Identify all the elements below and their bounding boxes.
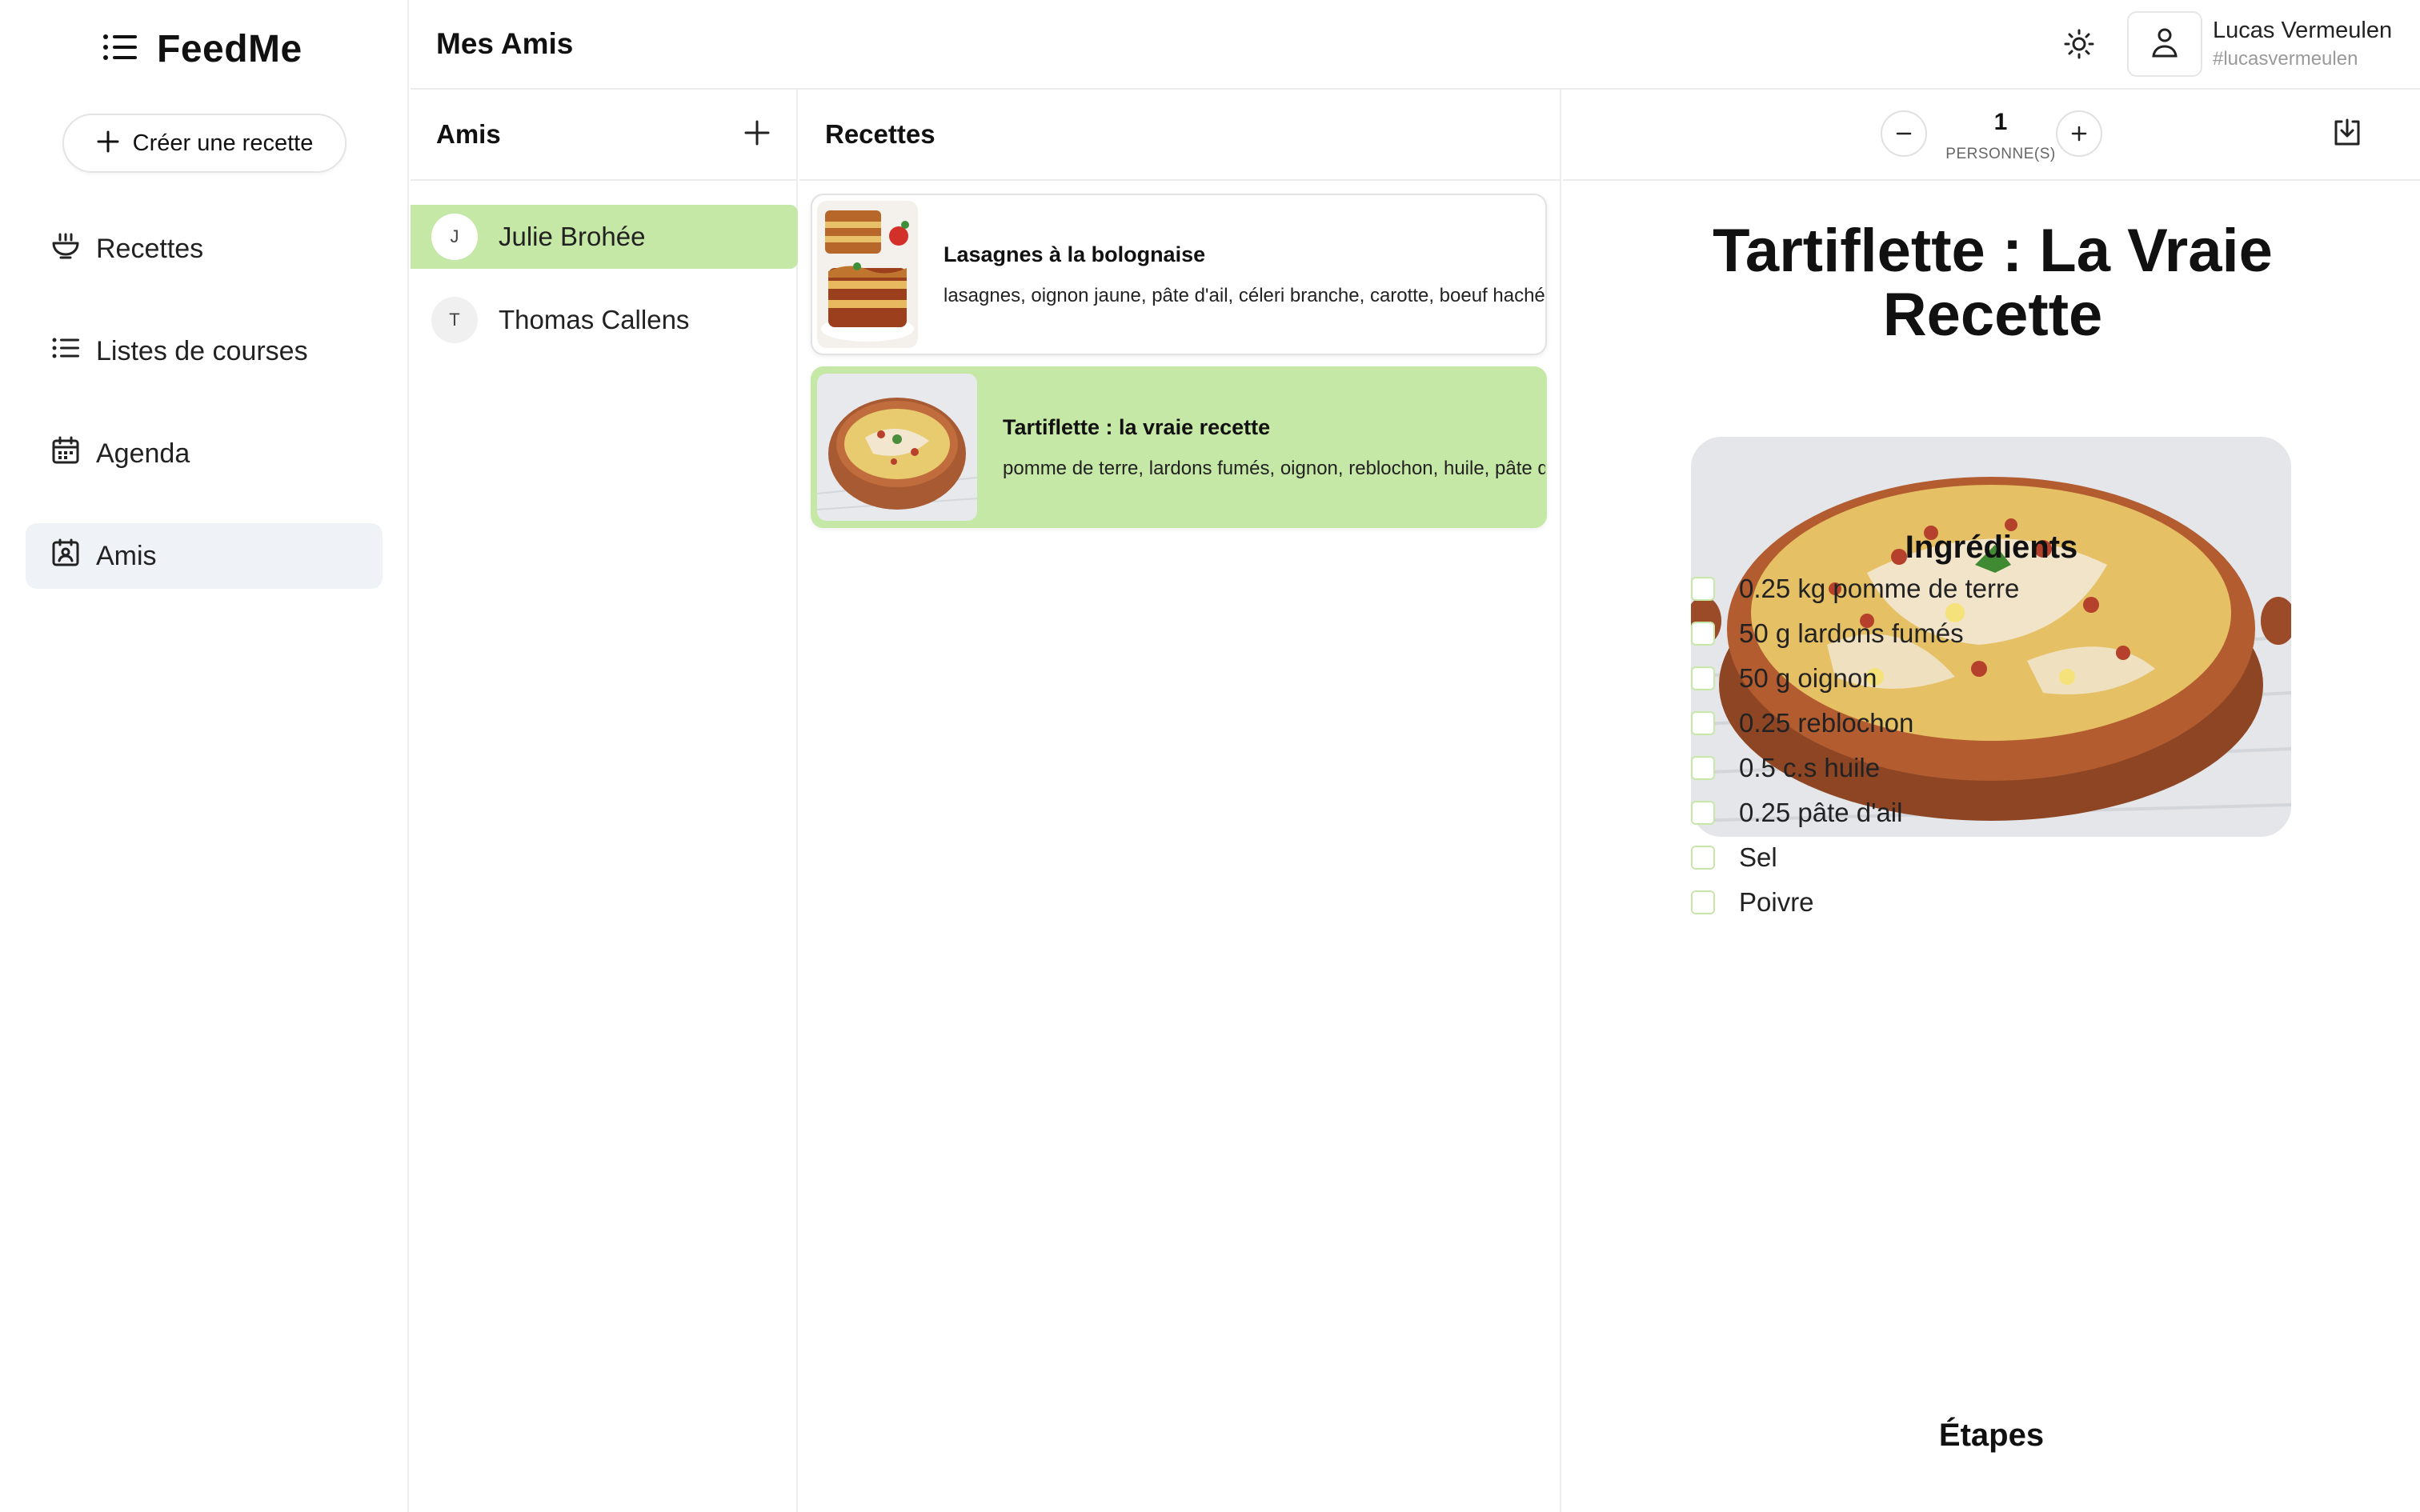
user-icon bbox=[2150, 26, 2179, 62]
recipes-panel: Recettes Lasagnes à la bolognaise lasagn… bbox=[799, 90, 1561, 1512]
download-icon bbox=[2334, 118, 2360, 146]
friend-item[interactable]: T Thomas Callens bbox=[411, 288, 798, 352]
list-icon bbox=[51, 334, 80, 370]
ingredient-label: 0.25 kg pomme de terre bbox=[1739, 574, 2020, 603]
ingredient-label: Poivre bbox=[1739, 887, 1814, 917]
create-recipe-label: Créer une recette bbox=[132, 130, 314, 156]
page-title: Mes Amis bbox=[436, 27, 574, 60]
friend-item[interactable]: J Julie Brohée bbox=[411, 205, 798, 269]
sidebar-item-agenda[interactable]: Agenda bbox=[26, 421, 383, 486]
increase-servings-button[interactable] bbox=[2056, 110, 2102, 157]
sidebar-item-label: Agenda bbox=[96, 438, 190, 469]
recipe-ingredients: lasagnes, oignon jaune, pâte d'ail, céle… bbox=[944, 284, 1545, 306]
detail-toolbar: 1 PERSONNE(S) bbox=[1563, 90, 2420, 181]
plus-icon bbox=[96, 130, 120, 158]
ingredient-checkbox[interactable] bbox=[1691, 577, 1715, 601]
menu-icon[interactable] bbox=[102, 34, 138, 65]
ingredient-label: 0.25 pâte d'ail bbox=[1739, 798, 1903, 827]
recipe-thumbnail bbox=[817, 201, 918, 348]
sidebar-item-label: Listes de courses bbox=[96, 335, 308, 366]
contact-icon bbox=[51, 538, 80, 574]
ingredient-checkbox[interactable] bbox=[1691, 711, 1715, 735]
friend-avatar: T bbox=[431, 297, 478, 343]
sidebar-item-amis[interactable]: Amis bbox=[26, 523, 383, 589]
recipe-card[interactable]: Lasagnes à la bolognaise lasagnes, oigno… bbox=[811, 194, 1547, 355]
ingredient-checkbox[interactable] bbox=[1691, 846, 1715, 870]
ingredient-item: Poivre bbox=[1691, 880, 2019, 925]
ingredient-label: 50 g lardons fumés bbox=[1739, 618, 1964, 648]
calendar-icon bbox=[51, 436, 80, 472]
sidebar-nav: Recettes Listes de courses Agenda Amis bbox=[26, 216, 383, 626]
servings-count: 1 bbox=[1993, 109, 2008, 135]
recipe-text: Tartiflette : la vraie recette pomme de … bbox=[1003, 415, 1545, 480]
user-handle: #lucasvermeulen bbox=[2213, 48, 2358, 70]
minus-icon bbox=[1896, 132, 1912, 135]
recipe-thumbnail bbox=[817, 374, 977, 521]
ingredient-item: Sel bbox=[1691, 835, 2019, 880]
ingredient-item: 50 g oignon bbox=[1691, 656, 2019, 701]
sidebar-item-label: Amis bbox=[96, 540, 157, 571]
top-bar: Mes Amis Lucas Vermeulen #lucasvermeulen bbox=[411, 0, 2420, 90]
ingredient-label: 0.25 reblochon bbox=[1739, 708, 1914, 738]
steps-title: Étapes bbox=[1938, 1418, 2045, 1453]
lasagna-image bbox=[817, 201, 918, 348]
plus-icon bbox=[2071, 126, 2087, 142]
user-avatar-button[interactable] bbox=[2127, 11, 2202, 77]
recipe-ingredients: pomme de terre, lardons fumés, oignon, r… bbox=[1003, 457, 1545, 479]
ingredient-checkbox[interactable] bbox=[1691, 622, 1715, 646]
ingredient-checkbox[interactable] bbox=[1691, 666, 1715, 690]
brand: FeedMe bbox=[102, 27, 302, 71]
recipe-card[interactable]: Tartiflette : la vraie recette pomme de … bbox=[811, 366, 1547, 528]
ingredient-checkbox[interactable] bbox=[1691, 890, 1715, 914]
ingredient-item: 0.25 pâte d'ail bbox=[1691, 790, 2019, 835]
sidebar-item-listes-de-courses[interactable]: Listes de courses bbox=[26, 318, 383, 384]
theme-toggle-button[interactable] bbox=[2057, 24, 2101, 67]
recipe-text: Lasagnes à la bolognaise lasagnes, oigno… bbox=[944, 242, 1545, 307]
ingredients-list: 0.25 kg pomme de terre 50 g lardons fumé… bbox=[1691, 566, 2019, 925]
download-button[interactable] bbox=[2331, 117, 2363, 153]
ingredient-checkbox[interactable] bbox=[1691, 801, 1715, 825]
user-name: Lucas Vermeulen bbox=[2213, 18, 2393, 43]
recipe-title: Tartiflette : La Vraie Recette bbox=[1713, 217, 2273, 349]
sidebar-item-label: Recettes bbox=[96, 233, 204, 264]
friend-name: Thomas Callens bbox=[499, 305, 690, 334]
tartiflette-image bbox=[817, 374, 977, 521]
sidebar-item-recettes[interactable]: Recettes bbox=[26, 216, 383, 282]
friend-avatar: J bbox=[431, 214, 478, 260]
ingredient-item: 0.5 c.s huile bbox=[1691, 746, 2019, 790]
recipes-header: Recettes bbox=[799, 90, 1560, 181]
recipe-title: Tartiflette : la vraie recette bbox=[1003, 414, 1271, 439]
friends-panel: Amis J Julie Brohée T Thomas Callens bbox=[411, 90, 798, 1512]
recipes-title: Recettes bbox=[825, 119, 936, 149]
ingredient-item: 0.25 kg pomme de terre bbox=[1691, 566, 2019, 611]
ingredient-label: 0.5 c.s huile bbox=[1739, 753, 1881, 782]
recipe-title: Lasagnes à la bolognaise bbox=[944, 242, 1206, 266]
create-recipe-button[interactable]: Créer une recette bbox=[62, 114, 347, 173]
app-logo-text: FeedMe bbox=[157, 28, 302, 70]
recipe-detail-panel: 1 PERSONNE(S) Tartiflette : La Vraie Rec… bbox=[1563, 90, 2420, 1512]
ingredient-label: Sel bbox=[1739, 842, 1777, 872]
friend-name: Julie Brohée bbox=[499, 222, 646, 251]
ingredient-item: 50 g lardons fumés bbox=[1691, 611, 2019, 656]
ingredient-label: 50 g oignon bbox=[1739, 663, 1877, 693]
ingredient-item: 0.25 reblochon bbox=[1691, 701, 2019, 746]
ingredient-checkbox[interactable] bbox=[1691, 756, 1715, 780]
friend-list: J Julie Brohée T Thomas Callens bbox=[411, 90, 798, 352]
sidebar: FeedMe Créer une recette Recettes Listes… bbox=[0, 0, 409, 1512]
sun-icon bbox=[2063, 28, 2095, 64]
bowl-icon bbox=[51, 231, 80, 267]
ingredients-title: Ingrédients bbox=[1905, 530, 2078, 565]
